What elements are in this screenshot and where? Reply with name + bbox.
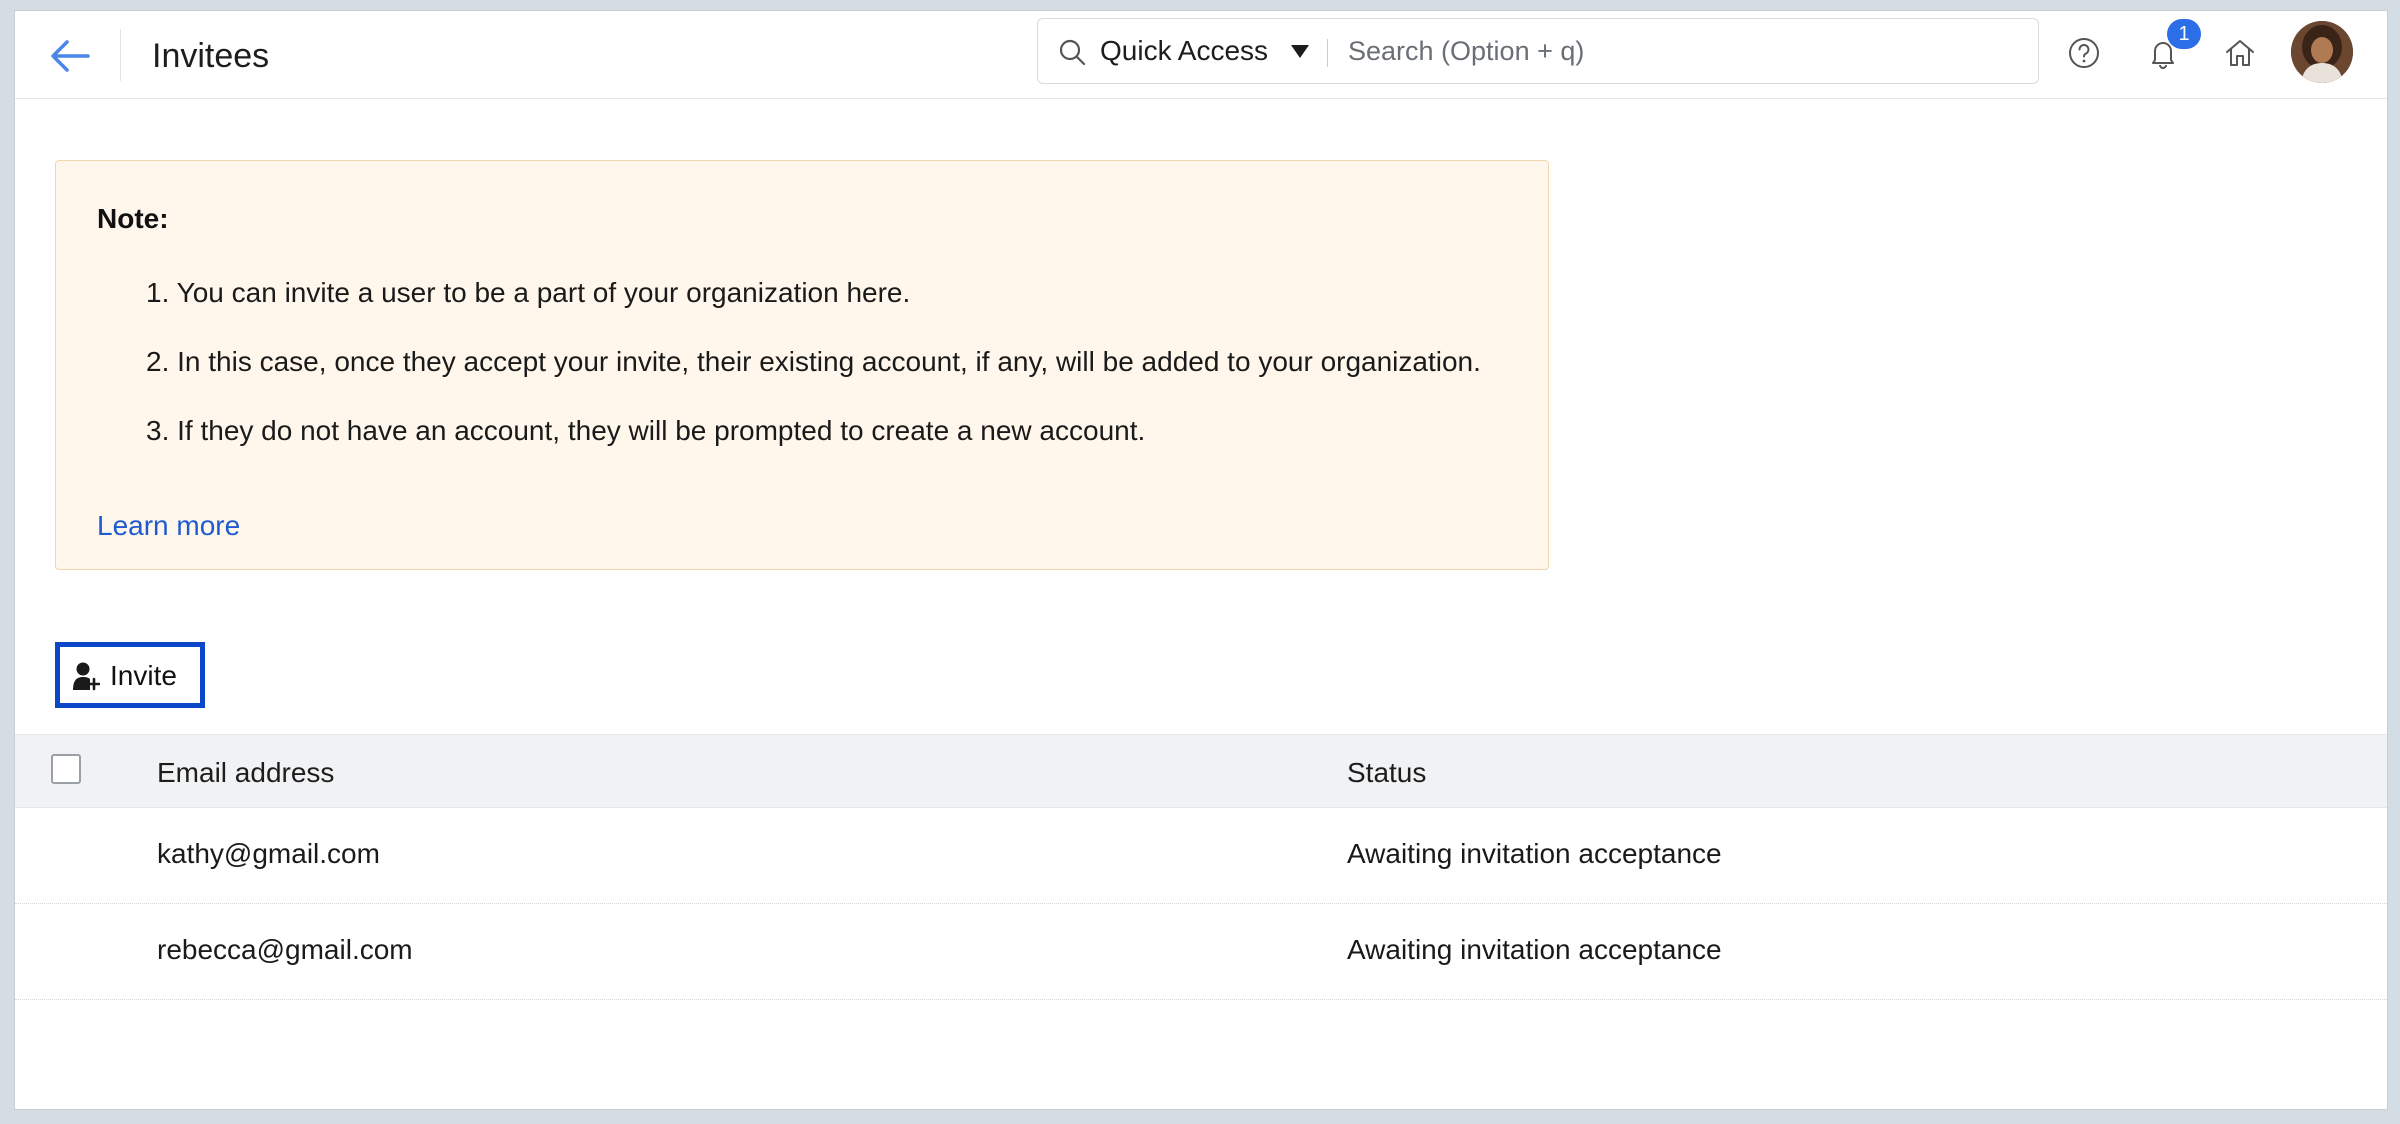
help-button[interactable]	[2064, 33, 2104, 73]
learn-more-link[interactable]: Learn more	[97, 510, 240, 542]
search-input[interactable]	[1338, 25, 2018, 77]
status-cell: Awaiting invitation acceptance	[1347, 934, 1722, 965]
page-title: Invitees	[152, 37, 270, 75]
top-bar: Invitees Quick Access 1	[15, 11, 2387, 99]
add-user-icon	[73, 662, 100, 691]
status-cell: Awaiting invitation acceptance	[1347, 838, 1722, 869]
note-list: 1. You can invite a user to be a part of…	[146, 276, 1481, 483]
app-window: Invitees Quick Access 1	[14, 10, 2388, 1110]
notification-badge: 1	[2167, 19, 2201, 49]
table-header: Email address Status	[15, 734, 2387, 808]
help-icon	[2069, 38, 2099, 68]
select-all-checkbox[interactable]	[51, 754, 81, 784]
back-arrow-icon	[51, 40, 90, 72]
table-row[interactable]: rebecca@gmail.com Awaiting invitation ac…	[15, 904, 2387, 1000]
column-header-status[interactable]: Status	[1347, 757, 1426, 789]
user-photo-icon	[2291, 21, 2353, 83]
table-row[interactable]: kathy@gmail.com Awaiting invitation acce…	[15, 808, 2387, 904]
search-icon	[1059, 39, 1086, 66]
back-button[interactable]	[45, 31, 95, 81]
chevron-down-icon[interactable]	[1291, 45, 1309, 58]
home-icon	[2226, 40, 2254, 66]
column-header-email[interactable]: Email address	[157, 757, 334, 789]
note-box: Note: 1. You can invite a user to be a p…	[55, 160, 1549, 570]
email-cell: rebecca@gmail.com	[157, 934, 413, 965]
home-button[interactable]	[2220, 33, 2260, 73]
note-title: Note:	[97, 203, 169, 234]
note-item: 1. You can invite a user to be a part of…	[146, 277, 911, 308]
header-divider	[120, 29, 121, 81]
email-cell: kathy@gmail.com	[157, 838, 380, 869]
invite-button[interactable]: Invite	[55, 642, 205, 708]
note-item: 2. In this case, once they accept your i…	[146, 346, 1481, 377]
search-bar: Quick Access	[1037, 18, 2039, 84]
avatar[interactable]	[2291, 21, 2353, 83]
invite-button-label: Invite	[110, 660, 177, 691]
note-item: 3. If they do not have an account, they …	[146, 415, 1146, 446]
search-divider	[1327, 39, 1328, 67]
invitees-table: Email address Status kathy@gmail.com Awa…	[15, 734, 2387, 1000]
quick-access-dropdown[interactable]: Quick Access	[1100, 33, 1268, 69]
